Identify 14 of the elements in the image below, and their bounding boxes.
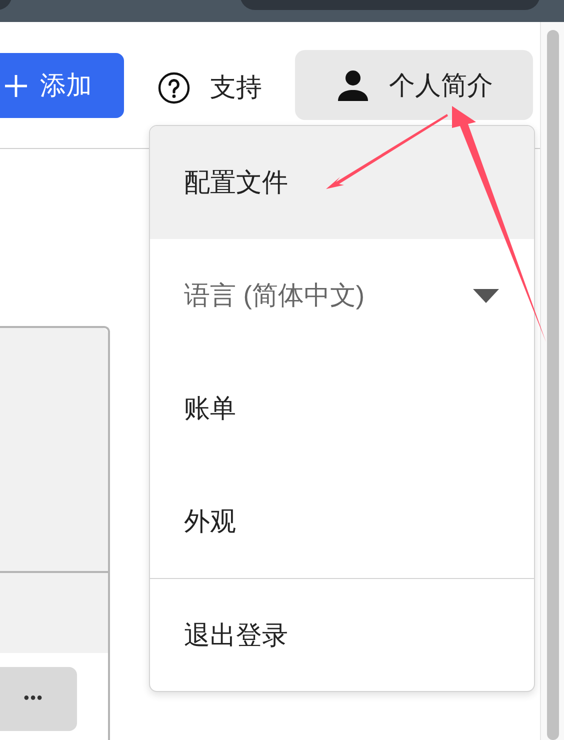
- help-icon: [158, 72, 190, 104]
- profile-button[interactable]: 个人简介: [295, 50, 533, 120]
- more-button[interactable]: •••: [0, 667, 77, 731]
- menu-item[interactable]: 配置文件: [150, 126, 534, 239]
- support-link[interactable]: 支持: [158, 70, 262, 105]
- menu-item[interactable]: 退出登录: [150, 578, 534, 691]
- menu-item[interactable]: 账单: [150, 352, 534, 465]
- submenu-item[interactable]: 语言 (简体中文): [150, 239, 534, 352]
- person-icon: [337, 69, 369, 101]
- scrollbar-thumb[interactable]: [546, 30, 558, 740]
- menu-item[interactable]: 外观: [150, 465, 534, 578]
- caret-icon: [473, 288, 499, 302]
- plus-icon: [4, 74, 28, 98]
- add-button[interactable]: 添加: [0, 53, 124, 118]
